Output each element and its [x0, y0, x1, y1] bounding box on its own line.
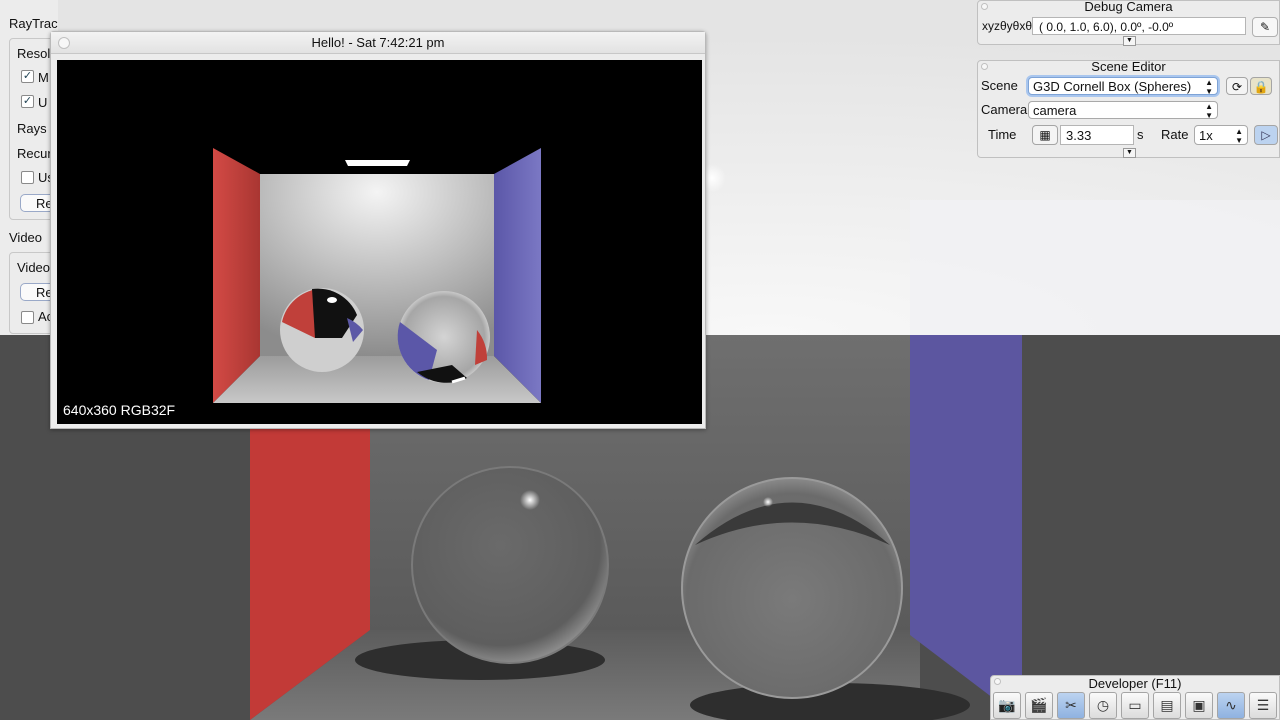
scene-editor-panel: Scene Editor Scene G3D Cornell Box (Sphe…: [977, 59, 1280, 158]
clock-icon[interactable]: ◷: [1089, 692, 1117, 719]
checkbox-2[interactable]: ✓: [21, 95, 34, 108]
camera-select[interactable]: camera ▲ ▼: [1028, 101, 1218, 120]
tools-icon[interactable]: ✂: [1057, 692, 1085, 719]
camera-frame-field[interactable]: ( 0.0, 1.0, 6.0), 0.0º, -0.0º: [1032, 17, 1246, 35]
rate-label: Rate: [1161, 127, 1189, 142]
select-arrows-icon: ▲ ▼: [1205, 78, 1213, 96]
rate-select[interactable]: 1x ▲ ▼: [1194, 125, 1248, 145]
lock-icon[interactable]: 🔒: [1250, 77, 1272, 95]
time-input[interactable]: 3.33: [1060, 125, 1134, 145]
recursion-label: Recur: [17, 146, 52, 161]
render-caption: 640x360 RGB32F: [63, 402, 176, 418]
checkbox-2-label: U: [38, 95, 48, 110]
select-arrows-icon: ▲ ▼: [1205, 102, 1213, 120]
clapperboard-icon[interactable]: 🎬: [1025, 692, 1053, 719]
rate-select-value: 1x: [1199, 128, 1213, 143]
camera-xyz-label: xyzθyθxθz: [982, 19, 1039, 33]
video-header: Video: [9, 230, 43, 245]
video-label: Video: [17, 260, 51, 275]
time-unit: s: [1137, 127, 1144, 142]
camera-label: Camera: [981, 102, 1028, 117]
checkbox-4[interactable]: [21, 311, 34, 324]
time-label: Time: [988, 127, 1017, 142]
scene-select[interactable]: G3D Cornell Box (Spheres) ▲ ▼: [1028, 77, 1218, 96]
resolution-label: Resol: [17, 46, 51, 61]
developer-title: Developer (F11): [1088, 676, 1182, 691]
document-icon[interactable]: ☰: [1249, 692, 1277, 719]
play-icon[interactable]: ▷: [1254, 125, 1278, 145]
close-icon[interactable]: [58, 37, 70, 49]
camera-icon[interactable]: 📷: [993, 692, 1021, 719]
camera-select-value: camera: [1033, 103, 1077, 118]
scene-label: Scene: [981, 78, 1018, 93]
new-note-icon[interactable]: ▭: [1121, 692, 1149, 719]
scene-select-value: G3D Cornell Box (Spheres): [1033, 79, 1192, 94]
edit-icon[interactable]: ✎: [1252, 17, 1278, 37]
render-image: 640x360 RGB32F: [57, 60, 702, 424]
collapse-icon[interactable]: ▼: [1123, 36, 1136, 46]
checkbox-1[interactable]: ✓: [21, 70, 34, 83]
rays-label: Rays: [17, 121, 47, 136]
profiler-icon[interactable]: ∿: [1217, 692, 1245, 719]
debug-camera-title: Debug Camera: [1084, 0, 1173, 14]
film-strip-icon[interactable]: ▦: [1032, 125, 1058, 145]
reload-icon[interactable]: ⟳: [1226, 77, 1248, 95]
hello-window-titlebar[interactable]: Hello! - Sat 7:42:21 pm: [51, 32, 705, 54]
developer-toolbar: Developer (F11) 📷 🎬 ✂ ◷ ▭ ▤ ▣ ∿ ☰: [990, 675, 1280, 720]
cornell-box-render: [57, 60, 702, 424]
checkbox-3[interactable]: [21, 171, 34, 184]
collapse-icon[interactable]: ▼: [1123, 148, 1136, 158]
scene-icon[interactable]: ▣: [1185, 692, 1213, 719]
checkbox-1-label: M: [38, 70, 49, 85]
hello-window: Hello! - Sat 7:42:21 pm 640x360 RGB32F: [50, 31, 706, 429]
hello-window-title: Hello! - Sat 7:42:21 pm: [311, 35, 445, 50]
terminal-icon[interactable]: ▤: [1153, 692, 1181, 719]
select-arrows-icon: ▲ ▼: [1235, 127, 1243, 145]
raytracer-title: RayTracer: [9, 16, 58, 31]
debug-camera-panel: Debug Camera xyzθyθxθz ( 0.0, 1.0, 6.0),…: [977, 0, 1280, 46]
scene-editor-title: Scene Editor: [1091, 59, 1166, 74]
